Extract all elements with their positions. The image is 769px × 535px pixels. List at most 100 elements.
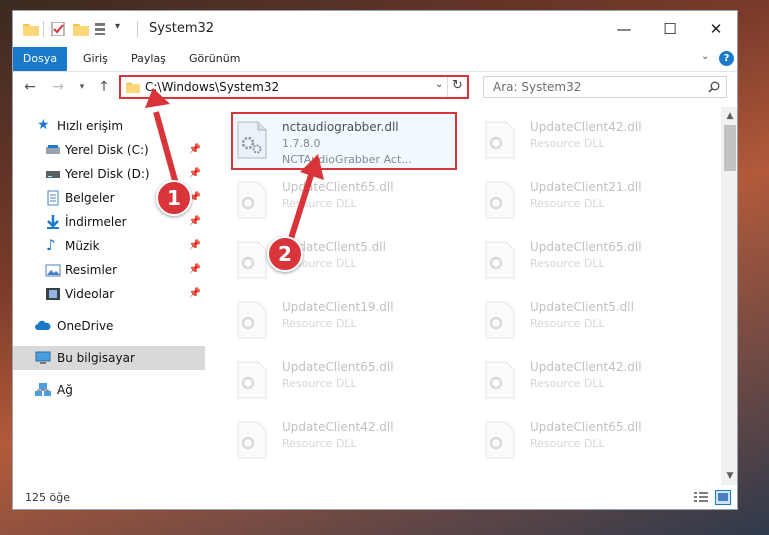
file-item[interactable]: UpdateClient65.dll Resource DLL bbox=[484, 235, 718, 285]
dll-file-icon bbox=[237, 421, 267, 459]
up-button[interactable]: ↑ bbox=[93, 76, 115, 98]
recent-locations-button[interactable]: ▾ bbox=[71, 76, 93, 98]
tab-file[interactable]: Dosya bbox=[13, 47, 67, 71]
pin-icon[interactable]: 📌 bbox=[189, 168, 201, 179]
explorer-window: ▾ System32 — ☐ ✕ Dosya Giriş Paylaş Görü… bbox=[12, 10, 738, 510]
file-description: Resource DLL bbox=[282, 437, 357, 450]
file-description: Resource DLL bbox=[530, 197, 605, 210]
file-description: Resource DLL bbox=[530, 257, 605, 270]
file-item[interactable]: UpdateClient21.dll Resource DLL bbox=[484, 175, 718, 225]
close-button[interactable]: ✕ bbox=[693, 11, 737, 47]
pin-icon[interactable]: 📌 bbox=[189, 240, 201, 251]
file-item[interactable]: UpdateClient5.dll Resource DLL bbox=[484, 295, 718, 345]
tab-view[interactable]: Görünüm bbox=[189, 47, 240, 71]
file-name: UpdateClient65.dll bbox=[530, 240, 642, 254]
nav-label: Videolar bbox=[65, 287, 115, 301]
nav-label: Yerel Disk (C:) bbox=[65, 143, 149, 157]
file-name: UpdateClient21.dll bbox=[530, 180, 642, 194]
nav-label: Bu bilgisayar bbox=[57, 351, 135, 365]
properties-icon[interactable] bbox=[51, 22, 67, 36]
dll-file-icon bbox=[237, 301, 267, 339]
divider bbox=[447, 77, 448, 97]
pin-icon[interactable]: 📌 bbox=[189, 216, 201, 227]
file-name: UpdateClient42.dll bbox=[530, 360, 642, 374]
quick-access-dropdown-icon[interactable]: ▾ bbox=[115, 21, 120, 32]
file-description: Resource DLL bbox=[530, 137, 605, 150]
vertical-scrollbar[interactable]: ▲ ▼ bbox=[721, 107, 737, 485]
nav-label: Belgeler bbox=[65, 191, 115, 205]
scroll-thumb[interactable] bbox=[724, 125, 736, 171]
nav-label: Müzik bbox=[65, 239, 100, 253]
arrow-up-icon: ↑ bbox=[98, 79, 110, 95]
address-bar[interactable]: C:\Windows\System32 ⌄ ↻ bbox=[119, 75, 469, 99]
nav-drive-c[interactable]: Yerel Disk (C:) 📌 bbox=[13, 139, 205, 161]
address-path[interactable]: C:\Windows\System32 bbox=[145, 80, 279, 94]
search-placeholder: Ara: System32 bbox=[493, 80, 582, 94]
nav-quick-access[interactable]: ★ Hızlı erişim bbox=[13, 115, 205, 137]
nav-label: Yerel Disk (D:) bbox=[65, 167, 150, 181]
dll-file-icon bbox=[485, 361, 515, 399]
expand-ribbon-icon[interactable]: ⌄ bbox=[701, 51, 709, 62]
nav-music[interactable]: ♪ Müzik 📌 bbox=[13, 235, 205, 257]
nav-pictures[interactable]: Resimler 📌 bbox=[13, 259, 205, 281]
computer-icon bbox=[35, 351, 51, 364]
nav-onedrive[interactable]: OneDrive bbox=[13, 315, 205, 337]
pin-icon[interactable]: 📌 bbox=[189, 264, 201, 275]
customize-toolbar-icon[interactable] bbox=[95, 22, 111, 36]
nav-label: Resimler bbox=[65, 263, 118, 277]
pictures-icon bbox=[45, 264, 61, 277]
details-view-icon[interactable] bbox=[693, 491, 709, 505]
back-button[interactable]: ← bbox=[19, 76, 41, 98]
nav-this-pc[interactable]: Bu bilgisayar bbox=[13, 346, 205, 370]
tab-home[interactable]: Giriş bbox=[83, 47, 108, 71]
scroll-down-icon[interactable]: ▼ bbox=[721, 469, 737, 483]
refresh-icon[interactable]: ↻ bbox=[452, 78, 463, 93]
nav-network[interactable]: Ağ bbox=[13, 379, 205, 401]
file-item[interactable]: UpdateClient42.dll Resource DLL bbox=[484, 355, 718, 405]
nav-label: Ağ bbox=[57, 383, 73, 397]
dll-file-icon bbox=[485, 421, 515, 459]
help-icon[interactable]: ? bbox=[719, 51, 734, 66]
step-1-badge: 1 bbox=[156, 180, 192, 216]
pin-icon[interactable]: 📌 bbox=[189, 144, 201, 155]
arrow-left-icon: ← bbox=[24, 79, 36, 95]
minimize-icon: — bbox=[616, 20, 632, 38]
window-title: System32 bbox=[149, 21, 215, 36]
divider bbox=[43, 21, 44, 37]
file-description: Resource DLL bbox=[282, 197, 357, 210]
file-item[interactable]: UpdateClient65.dll Resource DLL bbox=[484, 415, 718, 465]
file-item[interactable]: UpdateClient65.dll Resource DLL bbox=[236, 175, 472, 225]
file-item[interactable]: UpdateClient19.dll Resource DLL bbox=[236, 295, 472, 345]
scroll-up-icon[interactable]: ▲ bbox=[721, 109, 737, 123]
folder-icon bbox=[126, 82, 140, 93]
pin-icon[interactable]: 📌 bbox=[189, 288, 201, 299]
file-name: UpdateClient65.dll bbox=[282, 180, 394, 194]
arrow-right-icon: → bbox=[52, 79, 64, 95]
nav-videos[interactable]: Videolar 📌 bbox=[13, 283, 205, 305]
dll-file-icon bbox=[485, 121, 515, 159]
documents-icon bbox=[47, 190, 59, 206]
file-description: Resource DLL bbox=[530, 377, 605, 390]
title-bar: ▾ System32 — ☐ ✕ bbox=[13, 11, 737, 47]
tab-share[interactable]: Paylaş bbox=[131, 47, 166, 71]
file-item[interactable]: UpdateClient42.dll Resource DLL bbox=[484, 115, 718, 165]
file-item[interactable]: UpdateClient42.dll Resource DLL bbox=[236, 415, 472, 465]
new-folder-icon[interactable] bbox=[73, 22, 89, 36]
file-name: UpdateClient5.dll bbox=[530, 300, 634, 314]
maximize-button[interactable]: ☐ bbox=[647, 11, 693, 47]
item-count: 125 öğe bbox=[25, 491, 70, 504]
file-description: Resource DLL bbox=[282, 377, 357, 390]
file-item[interactable]: UpdateClient65.dll Resource DLL bbox=[236, 355, 472, 405]
nav-label: Hızlı erişim bbox=[57, 119, 124, 133]
divider bbox=[137, 21, 138, 37]
minimize-button[interactable]: — bbox=[601, 11, 647, 47]
large-icons-view-icon[interactable] bbox=[715, 490, 731, 505]
search-box[interactable]: Ara: System32 bbox=[483, 76, 727, 98]
search-icon[interactable] bbox=[708, 81, 720, 93]
file-name: UpdateClient19.dll bbox=[282, 300, 394, 314]
folder-icon bbox=[23, 24, 39, 36]
dll-file-icon bbox=[237, 181, 267, 219]
file-highlight-box bbox=[231, 112, 457, 170]
forward-button[interactable]: → bbox=[47, 76, 69, 98]
address-dropdown-icon[interactable]: ⌄ bbox=[435, 79, 443, 90]
